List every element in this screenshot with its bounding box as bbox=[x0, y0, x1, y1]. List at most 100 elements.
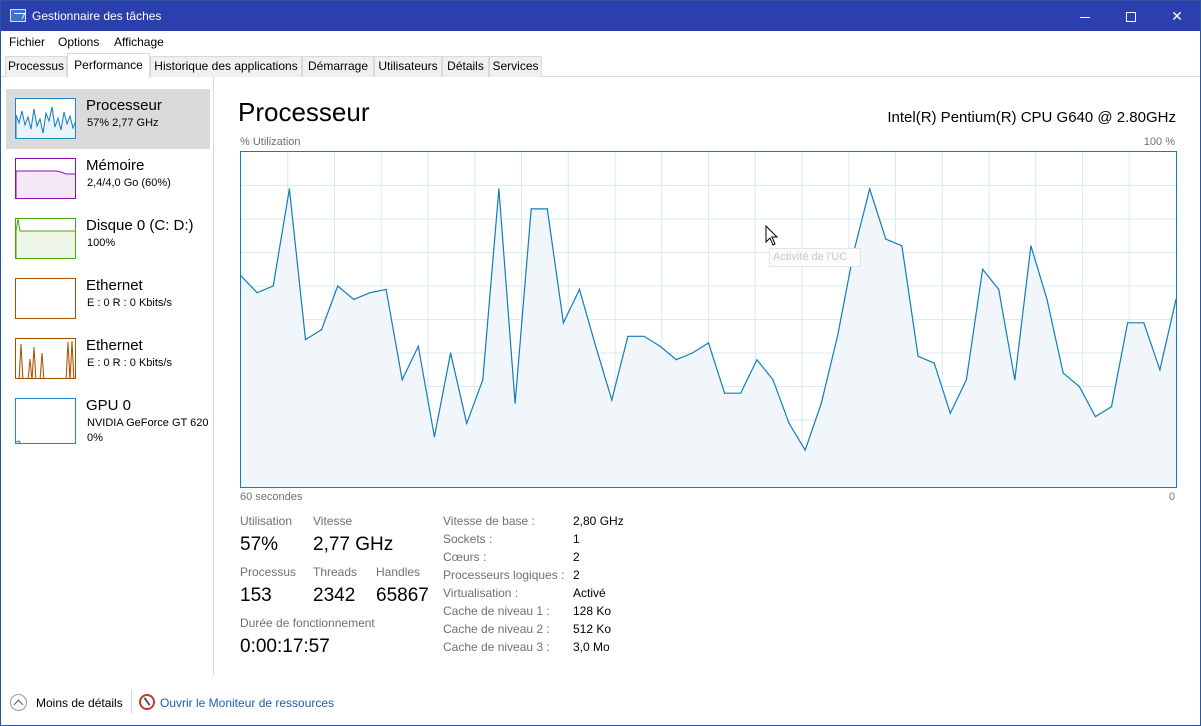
tab-utilisateurs[interactable]: Utilisateurs bbox=[374, 56, 442, 77]
cpu-utilization-point bbox=[659, 345, 661, 347]
sidebar-title-processeur: Processeur bbox=[86, 97, 162, 114]
menu-options[interactable]: Options bbox=[58, 35, 99, 49]
cpu-utilization-point bbox=[740, 392, 742, 394]
cpu-utilization-point bbox=[482, 379, 484, 381]
menu-bar: Fichier Options Affichage bbox=[1, 31, 1200, 52]
cpu-utilization-point bbox=[401, 379, 403, 381]
cpu-thumbnail-graph bbox=[15, 98, 76, 139]
spec-label-cores: Cœurs : bbox=[443, 550, 487, 564]
sidebar-item-processeur[interactable]: Processeur 57% 2,77 GHz bbox=[6, 89, 210, 149]
cpu-utilization-point bbox=[498, 188, 500, 190]
cpu-utilization-point bbox=[772, 379, 774, 381]
cpu-utilization-point bbox=[1143, 322, 1145, 324]
cpu-utilization-point bbox=[611, 399, 613, 401]
resource-monitor-icon[interactable] bbox=[139, 694, 155, 710]
title-bar[interactable]: Gestionnaire des tâches ✕ bbox=[1, 1, 1200, 31]
less-details-button[interactable]: Moins de détails bbox=[36, 696, 123, 710]
threads-label: Threads bbox=[313, 565, 358, 579]
spec-label-logical-processors: Processeurs logiques : bbox=[443, 568, 565, 582]
cpu-utilization-point bbox=[901, 245, 903, 247]
utilisation-value: 57% bbox=[240, 534, 279, 555]
cpu-utilization-point bbox=[562, 322, 564, 324]
cpu-utilization-point bbox=[869, 188, 871, 190]
cpu-utilization-point bbox=[724, 392, 726, 394]
tab-processus[interactable]: Processus bbox=[5, 56, 67, 77]
cpu-utilization-point bbox=[595, 345, 597, 347]
uptime-value: 0:00:17:57 bbox=[240, 636, 330, 657]
cpu-utilization-point bbox=[1078, 385, 1080, 388]
spec-value-base-speed: 2,80 GHz bbox=[573, 514, 624, 528]
cpu-utilization-point bbox=[256, 292, 258, 294]
chevron-up-icon[interactable] bbox=[10, 694, 27, 711]
spec-value-l2-cache: 512 Ko bbox=[573, 622, 612, 636]
maximize-button[interactable] bbox=[1108, 1, 1154, 31]
performance-sidebar: Processeur 57% 2,77 GHz Mémoire 2,4/4,0 … bbox=[1, 77, 214, 675]
spec-value-l1-cache: 128 Ko bbox=[573, 604, 612, 618]
cpu-utilization-point bbox=[836, 335, 839, 337]
graph-tooltip: Activité de l'UC bbox=[769, 248, 861, 267]
ethernet-1-thumbnail-graph bbox=[15, 278, 76, 319]
minimize-button[interactable] bbox=[1062, 1, 1108, 31]
page-title: Processeur bbox=[238, 97, 370, 127]
maximize-icon bbox=[1126, 12, 1136, 23]
spec-value-sockets: 1 bbox=[573, 532, 580, 546]
sidebar-item-ethernet-1[interactable]: Ethernet E : 0 R : 0 Kbits/s bbox=[6, 269, 210, 329]
cpu-utilization-point bbox=[353, 298, 355, 300]
sidebar-title-ethernet-2: Ethernet bbox=[86, 337, 143, 354]
cpu-utilization-point bbox=[982, 268, 984, 270]
sidebar-title-ethernet-1: Ethernet bbox=[86, 277, 143, 294]
cpu-utilization-point bbox=[643, 335, 645, 337]
cpu-utilization-graph[interactable] bbox=[240, 151, 1177, 488]
footer-bar: Moins de détails Ouvrir le Moniteur de r… bbox=[1, 675, 1200, 726]
handles-label: Handles bbox=[376, 565, 421, 579]
tab-demarrage[interactable]: Démarrage bbox=[302, 56, 374, 77]
footer-divider bbox=[131, 690, 132, 714]
sidebar-title-disque: Disque 0 (C: D:) bbox=[86, 217, 194, 234]
cpu-utilization-point bbox=[965, 379, 968, 381]
cpu-utilization-point bbox=[417, 345, 419, 347]
window-title: Gestionnaire des tâches bbox=[32, 9, 162, 23]
menu-fichier[interactable]: Fichier bbox=[9, 35, 45, 49]
cpu-utilization-point bbox=[514, 402, 516, 404]
tab-performance[interactable]: Performance bbox=[67, 53, 150, 78]
sidebar-sub-ethernet-2: E : 0 R : 0 Kbits/s bbox=[87, 357, 172, 369]
cpu-model-name: Intel(R) Pentium(R) CPU G640 @ 2.80GHz bbox=[887, 109, 1176, 126]
cpu-utilization-point bbox=[820, 402, 822, 404]
cpu-utilization-point bbox=[1046, 298, 1048, 300]
graph-y-max-label: 100 % bbox=[1143, 136, 1175, 148]
close-button[interactable]: ✕ bbox=[1154, 1, 1200, 31]
cpu-utilization-point bbox=[321, 329, 323, 331]
tab-historique[interactable]: Historique des applications bbox=[150, 56, 302, 77]
cpu-utilization-point bbox=[627, 335, 629, 337]
uptime-label: Durée de fonctionnement bbox=[240, 616, 375, 630]
spec-label-l2-cache: Cache de niveau 2 : bbox=[443, 622, 550, 636]
cpu-utilization-point bbox=[691, 352, 693, 354]
threads-value: 2342 bbox=[313, 585, 356, 606]
cpu-utilization-point bbox=[756, 359, 758, 361]
cpu-utilization-point bbox=[1159, 369, 1161, 371]
cpu-utilization-point bbox=[546, 208, 548, 210]
graph-time-span-label: 60 secondes bbox=[240, 491, 303, 503]
cpu-utilization-point bbox=[369, 292, 371, 294]
cpu-utilization-point bbox=[450, 352, 452, 354]
processus-value: 153 bbox=[240, 585, 272, 606]
cpu-utilization-point bbox=[1094, 416, 1096, 418]
sidebar-item-memoire[interactable]: Mémoire 2,4/4,0 Go (60%) bbox=[6, 149, 210, 209]
vitesse-label: Vitesse bbox=[313, 514, 353, 528]
sidebar-item-gpu[interactable]: GPU 0 NVIDIA GeForce GT 620 0% bbox=[6, 389, 210, 449]
sidebar-item-disque[interactable]: Disque 0 (C: D:) 100% bbox=[6, 209, 210, 269]
open-resource-monitor-link[interactable]: Ouvrir le Moniteur de ressources bbox=[160, 696, 334, 710]
sidebar-item-ethernet-2[interactable]: Ethernet E : 0 R : 0 Kbits/s bbox=[6, 329, 210, 389]
cpu-utilization-point bbox=[885, 238, 887, 240]
menu-affichage[interactable]: Affichage bbox=[114, 35, 164, 49]
tab-services[interactable]: Services bbox=[489, 56, 542, 77]
cpu-utilization-point bbox=[433, 436, 435, 438]
tab-details[interactable]: Détails bbox=[442, 56, 489, 77]
spec-label-virtualization: Virtualisation : bbox=[443, 586, 519, 600]
cpu-utilization-point bbox=[337, 285, 339, 287]
disk-thumbnail-graph bbox=[15, 218, 76, 259]
ethernet-2-thumbnail-graph bbox=[15, 338, 76, 379]
cpu-utilization-point bbox=[675, 359, 677, 361]
spec-label-sockets: Sockets : bbox=[443, 532, 493, 546]
memory-thumbnail-graph bbox=[15, 158, 76, 199]
